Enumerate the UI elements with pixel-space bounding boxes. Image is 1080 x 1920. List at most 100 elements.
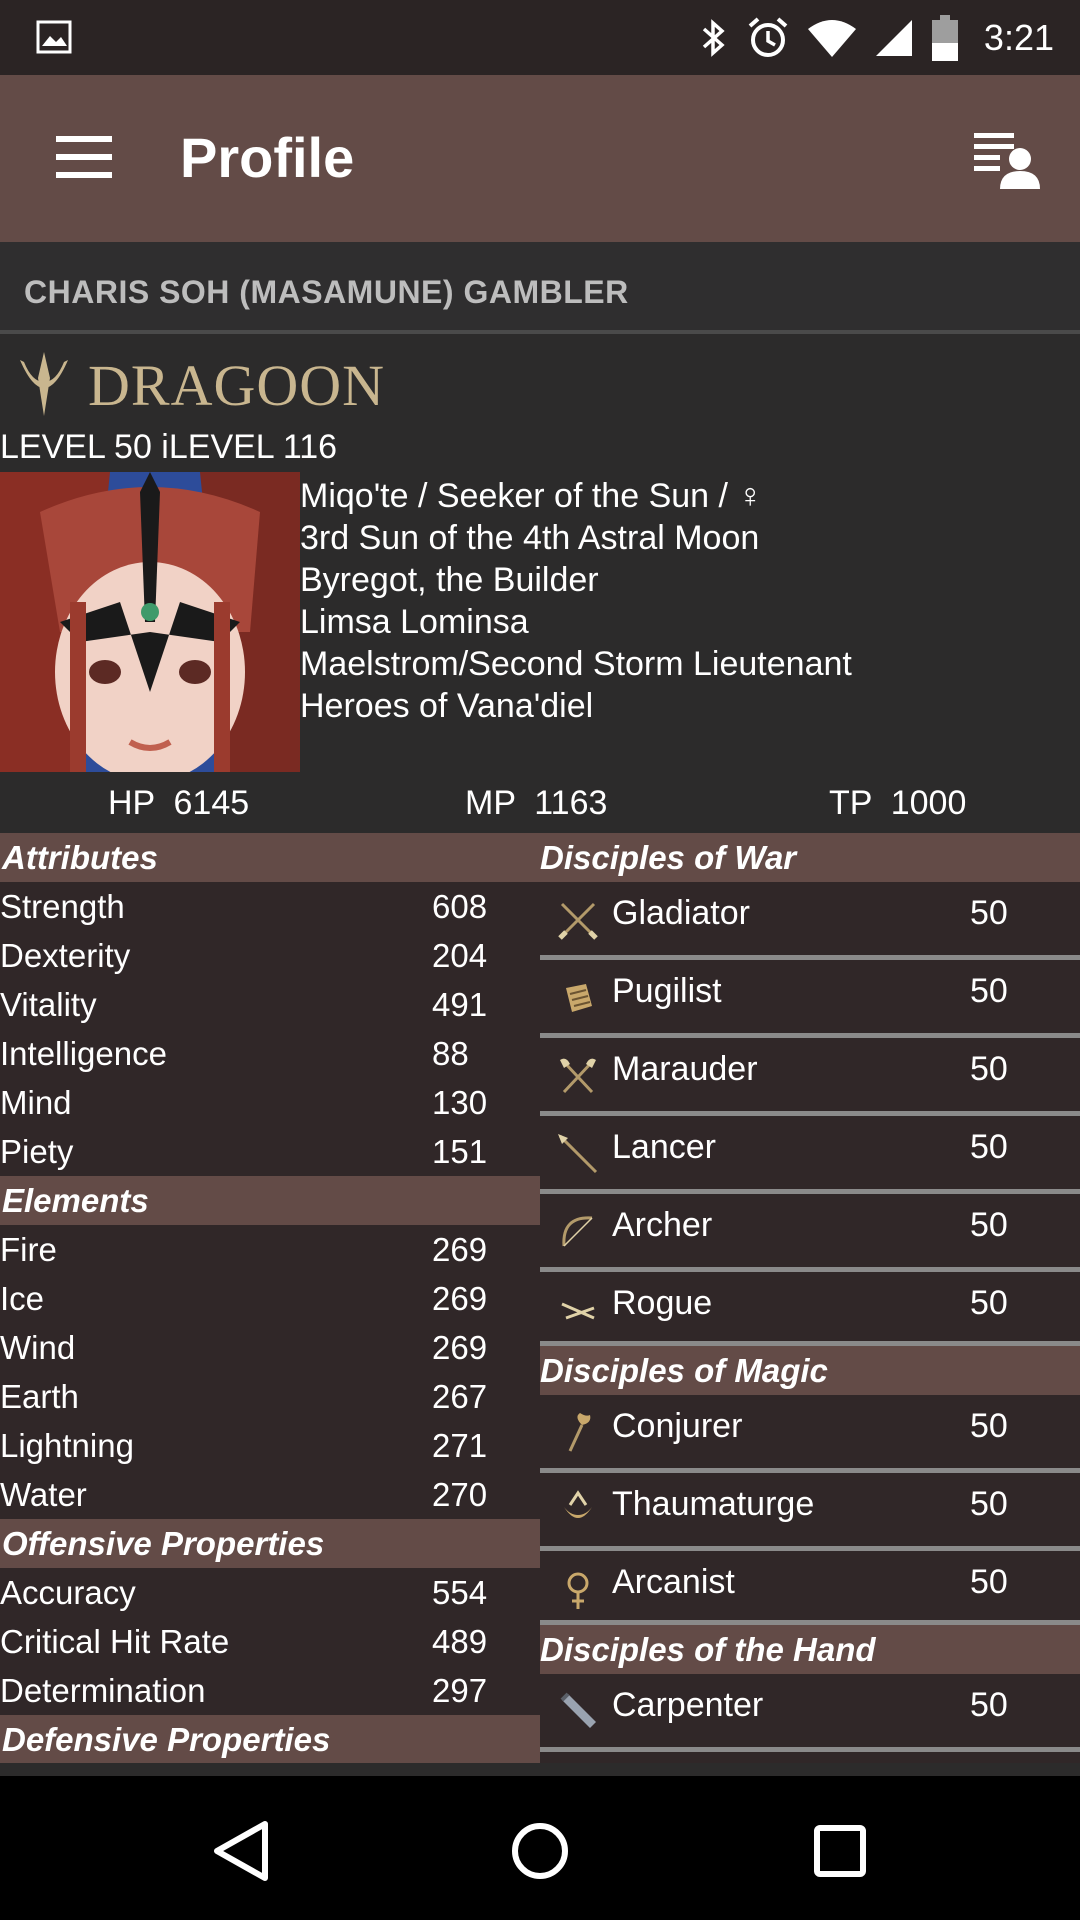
class-level: 50 [970,1407,1008,1445]
portrait-image [0,472,300,772]
level-line: LEVEL 50 iLEVEL 116 [0,428,338,466]
crossed-swords-icon [558,902,598,940]
class-row-lancer[interactable]: Lancer 50 [540,1116,1080,1194]
defensive-properties-header: Defensive Properties [0,1715,540,1763]
job-row: DRAGOON [0,338,1080,428]
element-row: Earth 267 [0,1372,540,1421]
character-list-button[interactable] [970,123,1050,203]
class-level: 50 [970,1050,1008,1088]
attribute-label: Dexterity [0,937,131,974]
class-row-conjurer[interactable]: Conjurer 50 [540,1395,1080,1473]
mp-value: MP 1163 [465,784,608,822]
app-bar: Profile [0,75,1080,242]
image-icon [36,20,72,54]
saw-icon [560,1692,596,1728]
offensive-row: Critical Hit Rate 489 [0,1617,540,1666]
recents-button[interactable] [795,1806,885,1896]
element-label: Lightning [0,1427,134,1464]
crossed-axes-icon [560,1058,596,1094]
back-button[interactable] [195,1806,285,1896]
class-name: Rogue [612,1284,713,1322]
attribute-value: 130 [432,1084,488,1121]
classes-column[interactable]: Disciples of War Gladiator 50 Pugilist 5… [540,833,1080,1763]
class-row-pugilist[interactable]: Pugilist 50 [540,960,1080,1038]
character-info: Miqo'te / Seeker of the Sun / ♀ 3rd Sun … [300,475,852,727]
element-row: Wind 269 [0,1323,540,1372]
class-name: Conjurer [612,1407,743,1445]
element-label: Wind [0,1329,76,1366]
attribute-row: Strength 608 [0,882,540,931]
offensive-row: Accuracy 554 [0,1568,540,1617]
element-row: Lightning 271 [0,1421,540,1470]
attributes-column[interactable]: Attributes Strength 608 Dexterity 204 Vita… [0,833,540,1763]
battery-icon [931,14,958,61]
offensive-row: Determination 297 [0,1666,540,1715]
class-level: 50 [970,894,1008,932]
class-row-carpenter[interactable]: Carpenter 50 [540,1674,1080,1752]
wifi-icon [807,19,856,57]
element-value: 271 [432,1427,488,1464]
element-row: Water 270 [0,1470,540,1519]
sceptre-icon [564,1490,592,1518]
element-value: 269 [432,1329,488,1366]
recents-icon [814,1825,866,1877]
home-icon [512,1823,568,1879]
class-level: 50 [970,1206,1008,1244]
class-level: 50 [970,1686,1008,1724]
attribute-label: Vitality [0,986,97,1023]
attribute-value: 151 [432,1133,488,1170]
attribute-row: Intelligence 88 [0,1029,540,1078]
home-button[interactable] [495,1806,585,1896]
element-value: 269 [432,1231,488,1268]
signal-icon [875,19,912,56]
class-row-gladiator[interactable]: Gladiator 50 [540,882,1080,960]
disciples-of-magic-header: Disciples of Magic [540,1346,1080,1395]
class-name: Pugilist [612,972,722,1010]
class-row-thaumaturge[interactable]: Thaumaturge 50 [540,1473,1080,1551]
city-state-line: Limsa Lominsa [300,603,529,641]
hp-mp-tp-row: HP 6145 MP 1163 TP 1000 [0,780,1080,830]
attribute-row: Vitality 491 [0,980,540,1029]
guardian-line: Byregot, the Builder [300,561,599,599]
element-row: Fire 269 [0,1225,540,1274]
class-row-archer[interactable]: Archer 50 [540,1194,1080,1272]
character-list-icon [974,133,1040,189]
class-row-rogue[interactable]: Rogue 50 [540,1272,1080,1346]
class-row-marauder[interactable]: Marauder 50 [540,1038,1080,1116]
offensive-value: 554 [432,1574,488,1611]
attribute-row: Dexterity 204 [0,931,540,980]
element-label: Water [0,1476,87,1513]
element-label: Ice [0,1280,45,1317]
offensive-label: Critical Hit Rate [0,1623,230,1660]
class-name: Arcanist [612,1563,735,1601]
attribute-value: 204 [432,937,488,974]
hamburger-menu-icon [56,136,112,142]
disciples-of-war-header: Disciples of War [540,833,1080,882]
race-line: Miqo'te / Seeker of the Sun / ♀ [300,477,763,515]
grimoire-icon [567,1572,589,1609]
character-portrait [0,472,300,772]
free-company-line: Heroes of Vana'diel [300,687,594,725]
attribute-label: Strength [0,888,125,925]
attribute-value: 88 [432,1035,469,1072]
status-bar: 3:21 [0,0,1080,75]
element-value: 270 [432,1476,488,1513]
clock: 3:21 [983,16,1054,58]
element-value: 267 [432,1378,488,1415]
bluetooth-icon [702,18,725,57]
hamburger-menu-button[interactable] [42,130,126,188]
element-value: 269 [432,1280,488,1317]
class-level: 50 [970,972,1008,1010]
alarm-icon [748,16,788,57]
character-name: CHARIS SOH (MASAMUNE) GAMBLER [24,274,629,310]
attribute-label: Intelligence [0,1035,167,1072]
class-name: Marauder [612,1050,758,1088]
class-row-arcanist[interactable]: Arcanist 50 [540,1551,1080,1625]
navigation-bar [0,1776,1080,1920]
attributes-header: Attributes [0,833,540,882]
class-level: 50 [970,1563,1008,1601]
back-icon [214,1821,268,1881]
offensive-label: Determination [0,1672,206,1709]
job-name: DRAGOON [88,353,385,418]
fist-weapon-icon [566,984,592,1012]
